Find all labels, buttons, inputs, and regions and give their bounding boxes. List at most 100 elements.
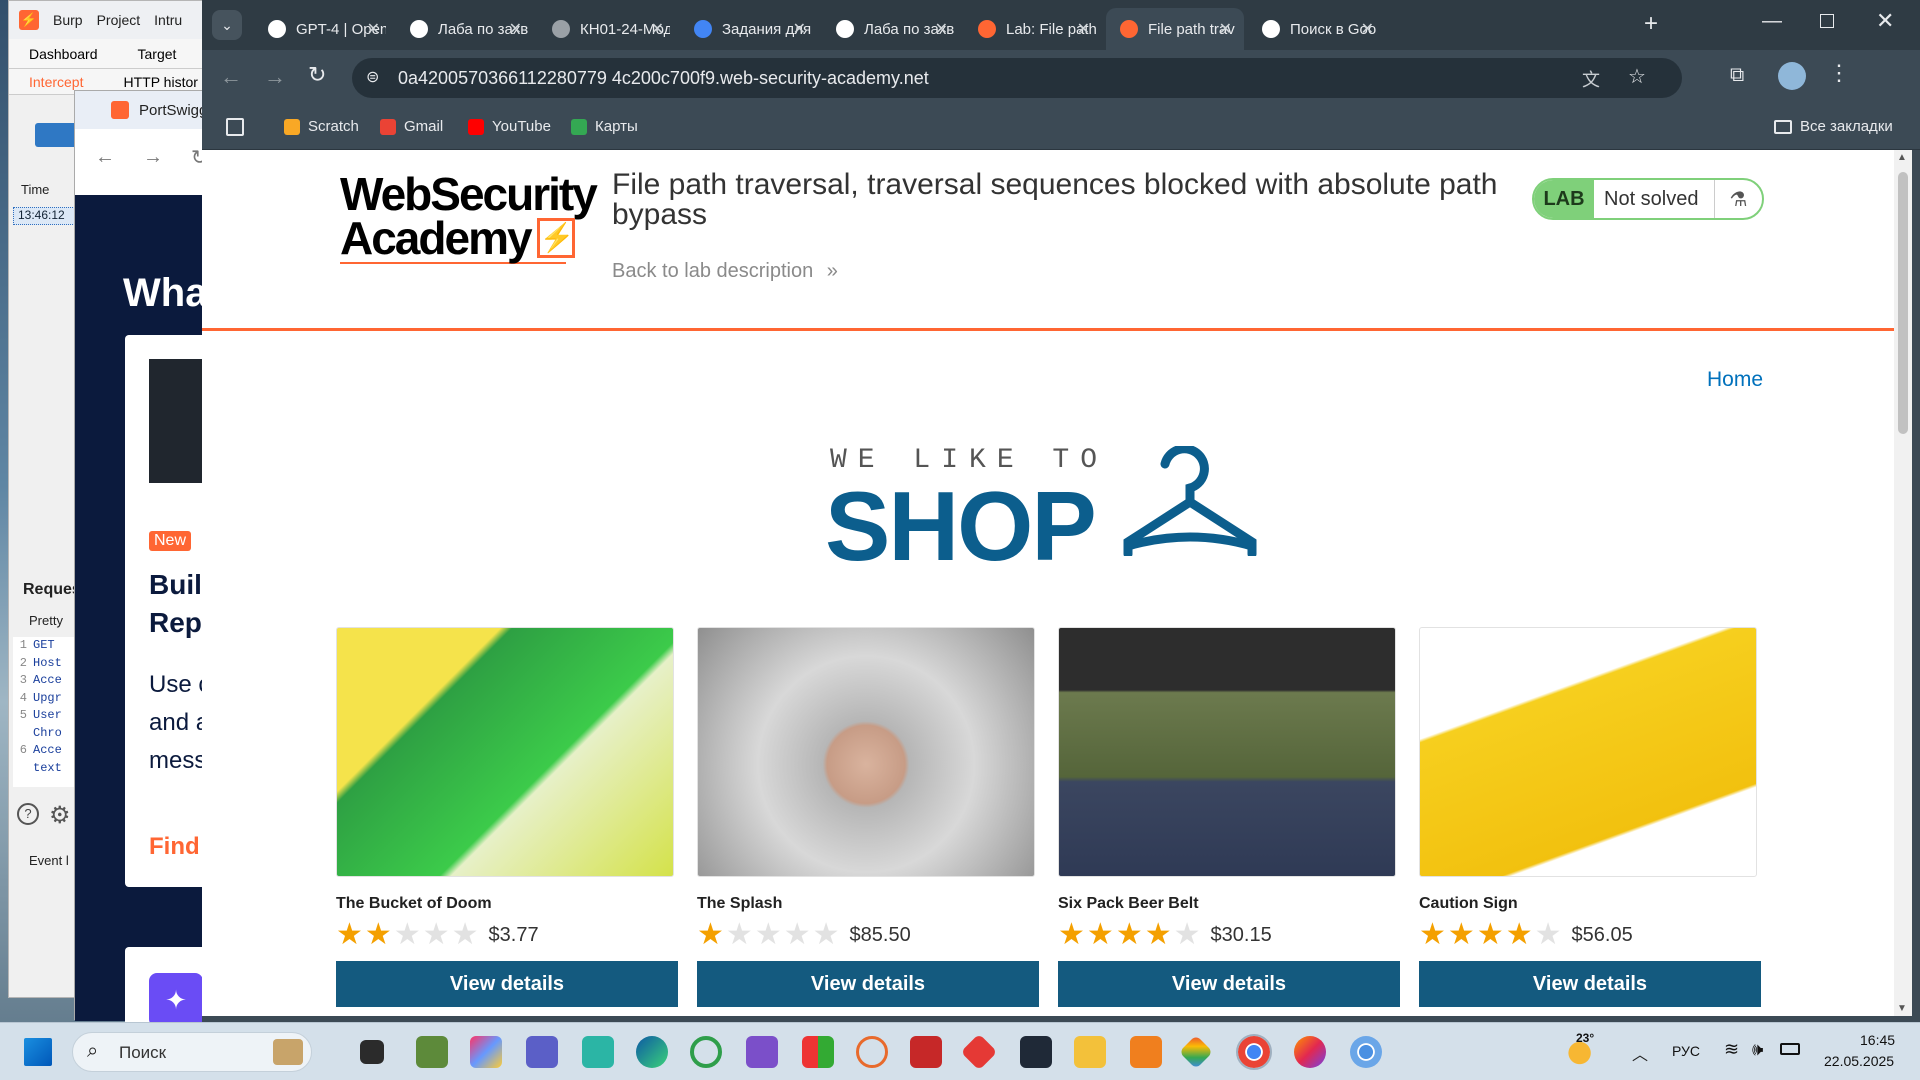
firefox-icon[interactable] (1294, 1036, 1326, 1068)
tab-dashboard[interactable]: Dashboard (29, 46, 98, 62)
burp-menu-burp[interactable]: Burp (53, 12, 83, 28)
forward-arrow-icon[interactable]: → (143, 146, 163, 169)
diamond-app-icon[interactable] (1179, 1035, 1213, 1069)
maximize-button[interactable] (1820, 14, 1834, 28)
browser-tab[interactable]: КН01-24-Мод ✕ (538, 8, 676, 50)
file-explorer-icon[interactable] (1074, 1036, 1106, 1068)
tab-http-history[interactable]: HTTP histor (123, 74, 197, 90)
browser-tab[interactable]: Лаба по захв ✕ (822, 8, 960, 50)
bookmark-item[interactable]: Scratch (284, 118, 359, 135)
tab-favicon-icon (978, 20, 996, 38)
request-editor[interactable]: 1 GET 2 Host 3 Acce 4 Upgr 5 User Chro 6 Acce text (13, 637, 83, 787)
tab-target[interactable]: Target (138, 46, 177, 62)
clock-date[interactable]: 22.05.2025 (1824, 1053, 1894, 1069)
pretty-tab[interactable]: Pretty (29, 613, 63, 628)
burp-suite-icon[interactable] (582, 1036, 614, 1068)
product-image[interactable] (336, 627, 674, 877)
teams-icon[interactable] (526, 1036, 558, 1068)
tab-close-icon[interactable]: ✕ (367, 19, 380, 39)
product-image[interactable] (697, 627, 1035, 877)
forward-button[interactable]: → (264, 64, 286, 90)
tab-close-icon[interactable]: ✕ (793, 19, 806, 39)
chrome-icon[interactable] (1236, 1034, 1272, 1070)
scroll-down-arrow[interactable]: ▼ (1897, 1003, 1907, 1014)
tab-close-icon[interactable]: ✕ (1361, 19, 1374, 39)
wifi-icon[interactable]: ≋ (1724, 1039, 1739, 1060)
view-details-button[interactable]: View details (336, 961, 678, 1007)
portswigger-tab[interactable]: PortSwigg (75, 91, 223, 129)
tab-intercept[interactable]: Intercept (29, 74, 83, 90)
minimize-button[interactable]: — (1762, 10, 1782, 33)
back-button[interactable]: ← (220, 64, 242, 90)
bookmark-item[interactable]: Gmail (380, 118, 443, 135)
chevron-up-icon[interactable]: ︿ (1632, 1041, 1648, 1065)
all-bookmarks[interactable]: Все закладки (1774, 118, 1893, 135)
windows-start-icon[interactable] (24, 1038, 52, 1066)
product-image[interactable] (1419, 627, 1757, 877)
volume-icon[interactable]: 🕪 (1752, 1039, 1763, 1060)
close-window-button[interactable]: ✕ (1876, 8, 1894, 34)
clock-time[interactable]: 16:45 (1860, 1032, 1895, 1048)
task-view-icon[interactable] (360, 1040, 384, 1064)
reload-button[interactable]: ↻ (308, 62, 326, 88)
copilot-icon[interactable] (470, 1036, 502, 1068)
chromium-icon[interactable] (1350, 1036, 1382, 1068)
tab-close-icon[interactable]: ✕ (1077, 19, 1090, 39)
tab-close-icon[interactable]: ✕ (651, 19, 664, 39)
widgets-icon[interactable] (416, 1036, 448, 1068)
new-tab-button[interactable]: + (1644, 10, 1658, 38)
back-arrow-icon[interactable]: ← (95, 146, 115, 169)
tab-search-button[interactable]: ⌄ (212, 10, 242, 40)
bookmark-star-icon[interactable]: ☆ (1628, 64, 1646, 89)
home-link[interactable]: Home (1707, 368, 1763, 392)
tab-close-icon[interactable]: ✕ (1219, 19, 1232, 39)
browser-tab[interactable]: File path trav ✕ (1106, 8, 1244, 50)
visual-studio-icon[interactable] (746, 1036, 778, 1068)
bookmark-item[interactable]: YouTube (468, 118, 551, 135)
extensions-icon[interactable]: ⧉ (1730, 64, 1744, 87)
menu-kebab-icon[interactable]: ⋮ (1828, 60, 1850, 86)
terminal-icon[interactable] (1020, 1036, 1052, 1068)
request-line: 6 Acce (13, 742, 83, 760)
scroll-up-arrow[interactable]: ▲ (1897, 152, 1907, 163)
view-details-button[interactable]: View details (1058, 961, 1400, 1007)
product-image[interactable] (1058, 627, 1396, 877)
apps-grid-icon[interactable] (226, 118, 244, 136)
burp-menu-intruder[interactable]: Intru (154, 12, 182, 28)
page-scrollbar[interactable]: ▲ ▼ (1894, 150, 1912, 1016)
web-security-academy-logo[interactable]: WebSecurity Academy ⚡ (340, 171, 598, 264)
tab-close-icon[interactable]: ✕ (935, 19, 948, 39)
settings-gear-icon[interactable]: ⚙ (49, 801, 71, 830)
browser-tab[interactable]: GPT-4 | OpenAI✕ (254, 8, 392, 50)
scrollbar-thumb[interactable] (1898, 172, 1908, 434)
star-icon: ★ (1086, 918, 1114, 951)
orange-app-icon[interactable] (856, 1036, 888, 1068)
bookmark-item[interactable]: Карты (571, 118, 638, 135)
browser-tab[interactable]: Lab: File path ✕ (964, 8, 1102, 50)
sublime-text-icon[interactable] (1130, 1036, 1162, 1068)
burp-menu-project[interactable]: Project (97, 12, 141, 28)
translate-icon[interactable]: 文 (1582, 66, 1600, 92)
view-details-button[interactable]: View details (697, 961, 1039, 1007)
view-details-button[interactable]: View details (1419, 961, 1761, 1007)
help-icon[interactable]: ? (17, 803, 39, 825)
profile-avatar[interactable] (1778, 62, 1806, 90)
address-bar[interactable]: ⊜ 0a4200570366112280779 4c200c700f9.web-… (352, 58, 1682, 98)
paint-app-icon[interactable] (802, 1036, 834, 1068)
site-info-icon[interactable]: ⊜ (366, 67, 379, 87)
battery-icon[interactable] (1780, 1043, 1800, 1055)
find-link[interactable]: Find (149, 833, 200, 861)
git-app-icon[interactable] (960, 1033, 998, 1071)
browser-tab[interactable]: Задания для ✕ (680, 8, 818, 50)
circle-app-icon[interactable] (690, 1036, 722, 1068)
history-row-time[interactable]: 13:46:12 (13, 207, 83, 225)
tab-close-icon[interactable]: ✕ (509, 19, 522, 39)
browser-tab[interactable]: Лаба по захв ✕ (396, 8, 534, 50)
back-to-lab-description-link[interactable]: Back to lab description » (612, 260, 838, 283)
event-log-label[interactable]: Event l (29, 853, 69, 868)
red-app-icon[interactable] (910, 1036, 942, 1068)
edge-icon[interactable] (636, 1036, 668, 1068)
taskbar-search-box[interactable]: ⌕ Поиск (72, 1032, 312, 1072)
browser-tab[interactable]: Поиск в Goo ✕ (1248, 8, 1386, 50)
input-language[interactable]: РУС (1672, 1043, 1700, 1059)
